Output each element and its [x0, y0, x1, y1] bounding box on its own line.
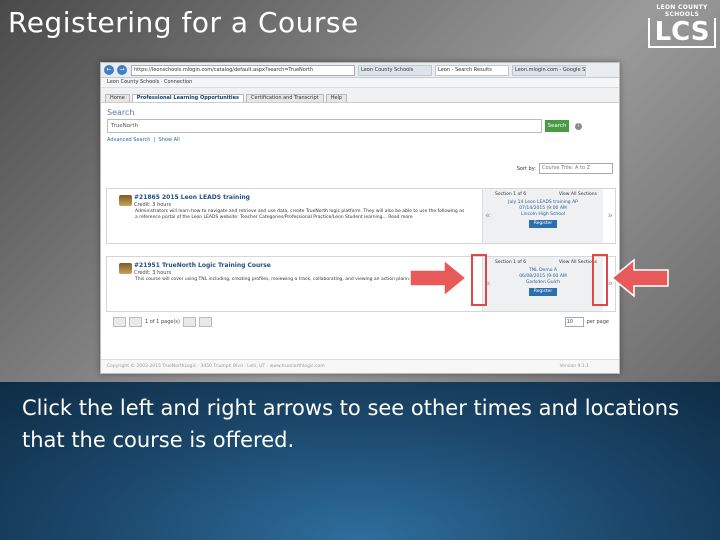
help-icon[interactable]: i	[575, 122, 582, 130]
section-location: Lincoln High School	[520, 212, 566, 217]
right-arrow-highlight	[592, 254, 608, 306]
section-panel: « » Section 1 of 6 View All Sections Jul…	[482, 189, 613, 243]
sort-select[interactable]: Course Title: A to Z	[539, 163, 613, 174]
nav-home[interactable]: Home	[105, 94, 130, 102]
course-credit: Credit: 3 hours	[134, 202, 172, 208]
course-credit: Credit: 3 hours	[134, 270, 172, 276]
browser-address-bar: ← → https://leonschools.mlogin.com/catal…	[101, 63, 619, 78]
course-title[interactable]: #21951 TrueNorth Logic Training Course	[134, 262, 271, 269]
view-all-sections-link[interactable]: View All Sections	[559, 192, 597, 197]
last-page-button[interactable]	[198, 317, 212, 327]
next-section-arrow[interactable]: »	[607, 211, 613, 221]
red-arrow-left-icon	[610, 258, 669, 298]
page-footer: Copyright © 2003-2015 TrueNorthLogic · 3…	[101, 359, 619, 373]
search-area: Search TrueNorth Search i Advanced Searc…	[101, 103, 619, 148]
search-input[interactable]: TrueNorth	[107, 119, 542, 133]
first-page-button[interactable]	[113, 317, 126, 327]
section-count: Section 1 of 6	[495, 260, 527, 265]
next-page-button[interactable]	[182, 317, 196, 327]
forward-icon[interactable]: →	[117, 65, 127, 75]
browser-tab-1[interactable]: Leon County Schools	[358, 64, 432, 76]
red-arrow-right-icon	[409, 258, 468, 298]
prev-page-button[interactable]	[129, 317, 142, 327]
section-count: Section 1 of 6	[495, 192, 527, 197]
section-panel: « » Section 1 of 6 View All Sections TNL…	[482, 257, 613, 311]
favorites-bar[interactable]: Leon County Schools · Connection	[101, 78, 619, 88]
browser-window: ← → https://leonschools.mlogin.com/catal…	[100, 62, 620, 374]
per-page-label: per page	[586, 319, 609, 325]
page-count: 1 of 1 page(s)	[145, 319, 180, 325]
search-button[interactable]: Search	[545, 120, 569, 132]
search-label: Search	[107, 108, 135, 117]
browser-tab-3[interactable]: Leon.mlogin.com - Google Search	[512, 64, 586, 76]
sort-control: Sort by: Course Title: A to Z	[517, 163, 613, 174]
previous-section-arrow[interactable]: «	[485, 211, 491, 221]
left-arrow-highlight	[471, 254, 487, 306]
logo-line-1: LEON COUNTY SCHOOLS	[656, 4, 708, 18]
course-description: Administrators will learn how to navigat…	[135, 209, 465, 220]
pagination: 1 of 1 page(s)	[113, 317, 215, 327]
footer-copyright: Copyright © 2003-2015 TrueNorthLogic · 3…	[107, 364, 325, 369]
footer-version: Version 9.1.1	[559, 364, 589, 369]
app-navigation: Home Professional Learning Opportunities…	[101, 88, 619, 103]
back-icon[interactable]: ←	[104, 65, 114, 75]
per-page-control: 10 per page	[564, 317, 609, 327]
course-card: #21951 TrueNorth Logic Training Course C…	[106, 256, 616, 312]
slide-title: Registering for a Course	[8, 6, 359, 39]
register-button[interactable]: Register	[529, 220, 557, 228]
section-location: Gadsden Gulch	[525, 280, 561, 285]
nav-help[interactable]: Help	[325, 94, 348, 102]
course-icon	[119, 263, 132, 274]
sort-label: Sort by:	[516, 165, 536, 172]
logo-line-2: LCS	[648, 18, 716, 48]
url-field[interactable]: https://leonschools.mlogin.com/catalog/d…	[131, 64, 355, 76]
browser-tab-2[interactable]: Leon - Search Results	[435, 64, 509, 76]
register-button[interactable]: Register	[529, 288, 557, 296]
course-icon	[119, 195, 132, 206]
slide-caption: Click the left and right arrows to see o…	[22, 396, 680, 452]
show-all-link[interactable]: Show All	[159, 137, 180, 143]
advanced-search-link[interactable]: Advanced Search	[107, 137, 150, 143]
per-page-select[interactable]: 10	[564, 317, 584, 327]
nav-certification[interactable]: Certification and Transcript	[245, 94, 324, 102]
nav-professional-learning[interactable]: Professional Learning Opportunities	[131, 94, 244, 102]
course-card: #21865 2015 Leon LEADS training Credit: …	[106, 188, 616, 244]
lcs-logo: LEON COUNTY SCHOOLS LCS	[648, 4, 716, 48]
course-title[interactable]: #21865 2015 Leon LEADS training	[134, 194, 250, 201]
search-links: Advanced Search | Show All	[107, 137, 180, 143]
